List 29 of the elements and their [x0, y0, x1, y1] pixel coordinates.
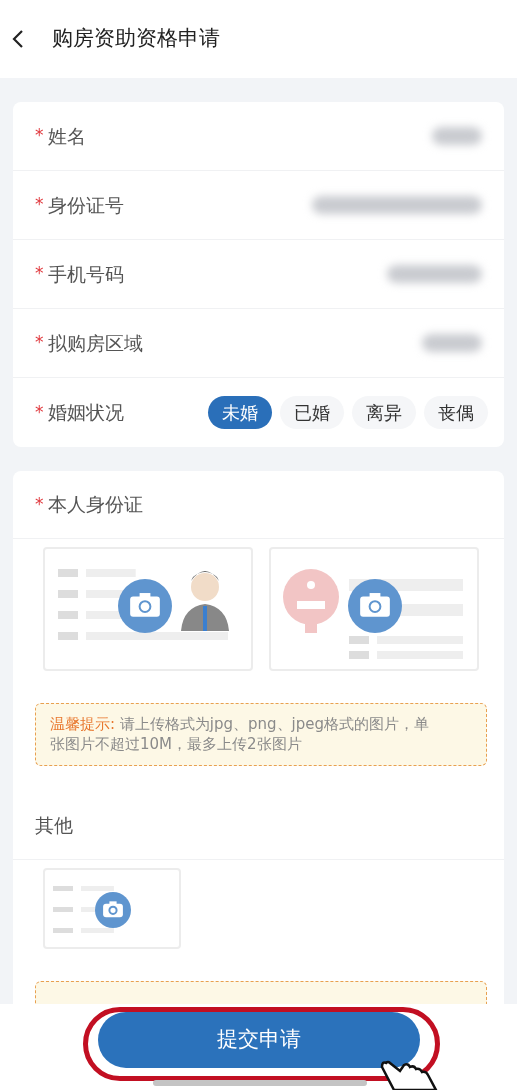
marital-option[interactable]: 未婚	[208, 396, 272, 429]
required-mark: *	[35, 262, 44, 286]
person-figure-icon	[181, 571, 229, 631]
camera-icon	[118, 579, 172, 633]
field-label: 手机号码	[47, 261, 124, 287]
upload-tile[interactable]	[43, 867, 181, 949]
marital-option[interactable]: 已婚	[280, 396, 344, 429]
required-mark: *	[35, 331, 44, 355]
camera-icon	[95, 891, 131, 928]
field-label: 本人身份证	[47, 492, 143, 518]
page-title: 购房资助资格申请	[52, 25, 220, 53]
required-mark: *	[35, 124, 44, 148]
upload-hint: 温馨提示: 请上传格式为jpg、png、jpeg格式的图片，单张图片不超过10M，最多上传2张图片	[35, 703, 487, 766]
upload-tile[interactable]	[43, 547, 253, 671]
field-label: 姓名	[47, 123, 86, 149]
emblem-icon	[283, 569, 339, 633]
field-label: 婚姻状况	[47, 400, 124, 426]
submit-button[interactable]: 提交申请	[97, 1012, 420, 1068]
required-mark: *	[35, 193, 44, 217]
upload-tile[interactable]	[269, 547, 479, 671]
marital-option[interactable]: 离异	[352, 396, 416, 429]
camera-icon	[348, 579, 402, 633]
field-label: 身份证号	[47, 192, 124, 218]
field-label: 拟购房区域	[47, 330, 143, 356]
required-mark: *	[35, 492, 44, 516]
required-mark: *	[35, 400, 44, 424]
field-label: 其他	[35, 812, 73, 838]
marital-option[interactable]: 丧偶	[424, 396, 488, 429]
back-icon[interactable]	[12, 29, 24, 49]
